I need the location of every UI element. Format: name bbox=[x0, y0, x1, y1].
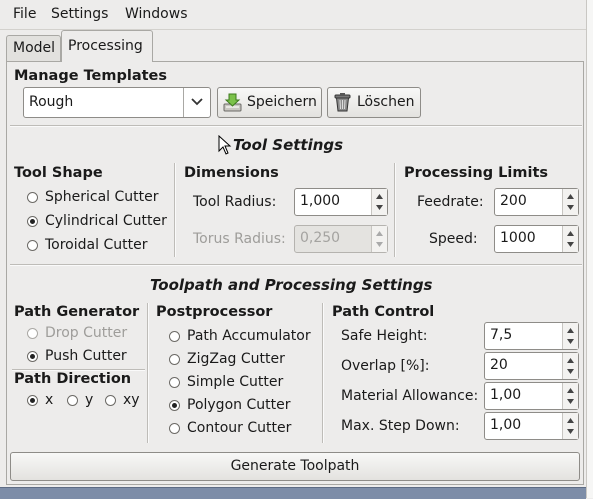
feedrate-label: Feedrate: bbox=[417, 194, 484, 210]
processing-limits-header: Processing Limits bbox=[404, 165, 549, 181]
material-allowance-label: Material Allowance: bbox=[341, 388, 479, 404]
radio-indicator-selected bbox=[27, 351, 38, 362]
radio-indicator bbox=[169, 377, 180, 388]
radio-indicator-selected bbox=[169, 400, 180, 411]
delete-template-button[interactable]: Löschen bbox=[327, 87, 421, 118]
separator bbox=[394, 163, 396, 257]
tool-settings-title: Tool Settings bbox=[233, 136, 344, 154]
menubar: File Settings Windows bbox=[0, 0, 586, 30]
generate-toolpath-button[interactable]: Generate Toolpath bbox=[10, 452, 580, 481]
spin-arrows-icon[interactable] bbox=[562, 413, 578, 439]
radio-label: xy bbox=[123, 392, 140, 408]
radio-label: Contour Cutter bbox=[187, 420, 292, 436]
torus-radius-input: 0,250 bbox=[294, 225, 388, 253]
radio-label: Drop Cutter bbox=[45, 325, 128, 341]
tab-processing[interactable]: Processing bbox=[61, 30, 153, 62]
radio-indicator bbox=[105, 395, 116, 406]
tool-radius-label: Tool Radius: bbox=[193, 194, 277, 210]
radio-label: Cylindrical Cutter bbox=[45, 213, 167, 229]
torus-radius-value: 0,250 bbox=[300, 230, 341, 246]
speed-label: Speed: bbox=[429, 231, 478, 247]
feedrate-value: 200 bbox=[500, 193, 527, 209]
spin-arrows-icon bbox=[371, 226, 387, 252]
tool-radius-input[interactable]: 1,000 bbox=[294, 188, 388, 216]
template-select[interactable]: Rough bbox=[23, 87, 211, 118]
save-template-button[interactable]: Speichern bbox=[217, 87, 322, 118]
path-control-header: Path Control bbox=[332, 304, 435, 320]
radio-indicator bbox=[27, 240, 38, 251]
chevron-down-icon[interactable] bbox=[183, 88, 210, 117]
spin-arrows-icon[interactable] bbox=[371, 189, 387, 215]
radio-label: Push Cutter bbox=[45, 348, 127, 364]
material-allowance-value: 1,00 bbox=[490, 387, 522, 403]
overlap-label: Overlap [%]: bbox=[341, 358, 430, 374]
feedrate-input[interactable]: 200 bbox=[494, 188, 579, 216]
radio-label: Polygon Cutter bbox=[187, 397, 291, 413]
tool-radius-value: 1,000 bbox=[300, 193, 341, 209]
torus-radius-label: Torus Radius: bbox=[193, 231, 286, 247]
postprocessor-header: Postprocessor bbox=[156, 304, 273, 320]
radio-label: y bbox=[85, 392, 94, 408]
safe-height-label: Safe Height: bbox=[341, 328, 428, 344]
save-template-label: Speichern bbox=[247, 94, 317, 110]
radio-label: x bbox=[45, 392, 54, 408]
material-allowance-input[interactable]: 1,00 bbox=[484, 382, 579, 410]
separator bbox=[174, 163, 176, 257]
speed-value: 1000 bbox=[500, 230, 536, 246]
radio-label: ZigZag Cutter bbox=[187, 351, 285, 367]
spin-arrows-icon[interactable] bbox=[562, 353, 578, 379]
delete-template-label: Löschen bbox=[357, 94, 415, 110]
spin-arrows-icon[interactable] bbox=[562, 323, 578, 349]
taskbar-strip bbox=[0, 487, 586, 499]
menu-file[interactable]: File bbox=[13, 6, 36, 22]
mouse-cursor-icon bbox=[218, 134, 232, 159]
max-step-down-label: Max. Step Down: bbox=[341, 418, 460, 434]
separator bbox=[10, 264, 582, 266]
radio-indicator bbox=[27, 192, 38, 203]
overlap-value: 20 bbox=[490, 357, 508, 373]
radio-indicator bbox=[27, 328, 38, 339]
tool-shape-header: Tool Shape bbox=[14, 165, 103, 181]
radio-label: Simple Cutter bbox=[187, 374, 284, 390]
toolpath-settings-title: Toolpath and Processing Settings bbox=[150, 276, 433, 294]
radio-indicator-selected bbox=[27, 216, 38, 227]
save-download-icon bbox=[222, 92, 243, 113]
safe-height-value: 7,5 bbox=[490, 327, 513, 343]
max-step-down-input[interactable]: 1,00 bbox=[484, 412, 579, 440]
radio-label: Toroidal Cutter bbox=[45, 237, 148, 253]
radio-indicator bbox=[169, 331, 180, 342]
spin-arrows-icon[interactable] bbox=[562, 383, 578, 409]
radio-label: Path Accumulator bbox=[187, 328, 311, 344]
overlap-input[interactable]: 20 bbox=[484, 352, 579, 380]
trash-icon bbox=[332, 92, 353, 113]
path-generator-header: Path Generator bbox=[14, 304, 140, 320]
speed-input[interactable]: 1000 bbox=[494, 225, 579, 253]
manage-templates-header: Manage Templates bbox=[14, 68, 168, 84]
radio-label: Spherical Cutter bbox=[45, 189, 159, 205]
separator bbox=[322, 303, 324, 443]
dimensions-header: Dimensions bbox=[184, 165, 279, 181]
spin-arrows-icon[interactable] bbox=[562, 226, 578, 252]
radio-indicator-selected bbox=[27, 395, 38, 406]
spin-arrows-icon[interactable] bbox=[562, 189, 578, 215]
max-step-down-value: 1,00 bbox=[490, 417, 522, 433]
radio-indicator bbox=[67, 395, 78, 406]
menu-windows[interactable]: Windows bbox=[125, 6, 188, 22]
window-edge bbox=[586, 0, 593, 498]
menu-settings[interactable]: Settings bbox=[51, 6, 108, 22]
separator bbox=[10, 125, 582, 127]
radio-indicator bbox=[169, 423, 180, 434]
radio-indicator bbox=[169, 354, 180, 365]
tab-model[interactable]: Model bbox=[6, 35, 61, 61]
separator bbox=[147, 303, 149, 443]
safe-height-input[interactable]: 7,5 bbox=[484, 322, 579, 350]
path-direction-header: Path Direction bbox=[14, 371, 132, 387]
template-select-value: Rough bbox=[29, 94, 74, 110]
